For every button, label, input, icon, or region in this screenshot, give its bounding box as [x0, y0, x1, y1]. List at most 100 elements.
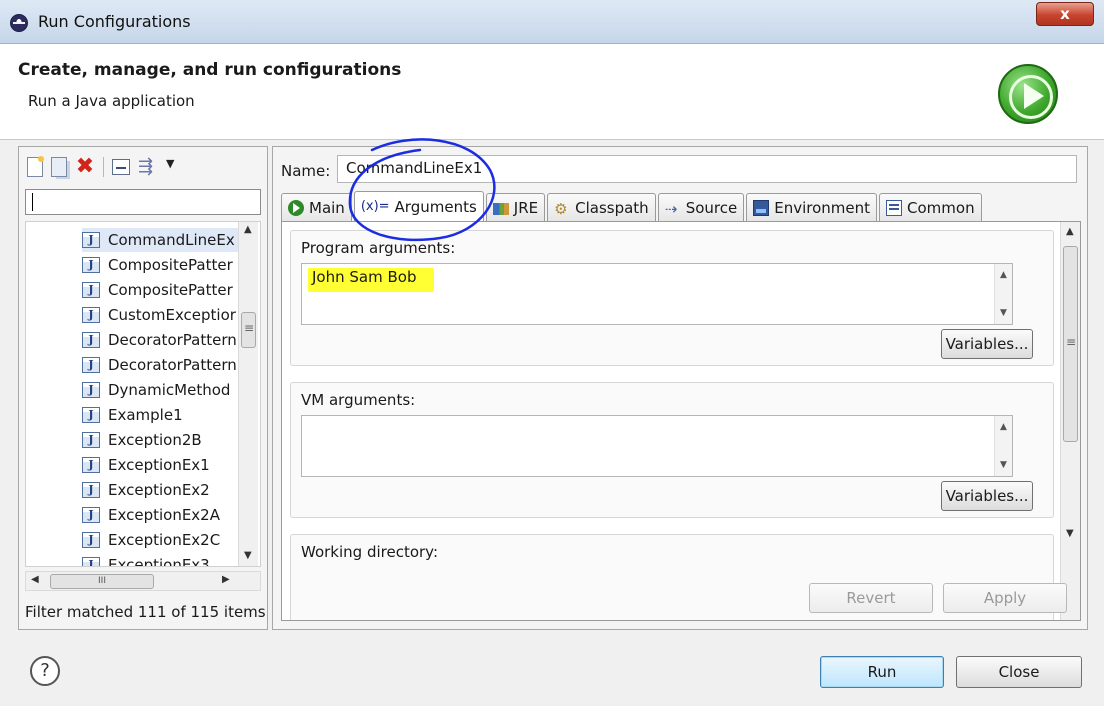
- source-icon: ⇢: [664, 199, 678, 218]
- run-banner-icon: [998, 64, 1058, 124]
- java-app-icon: J: [82, 307, 100, 323]
- tree-item[interactable]: J ExceptionEx3: [82, 553, 240, 566]
- working-directory-label: Working directory:: [301, 543, 439, 561]
- window-close-button[interactable]: x: [1036, 2, 1094, 26]
- apply-button[interactable]: Apply: [943, 583, 1067, 613]
- tree-item[interactable]: J DecoratorPattern: [82, 328, 240, 352]
- java-app-icon: J: [82, 232, 100, 248]
- toolbar-divider: [103, 157, 104, 177]
- dialog-subtitle: Run a Java application: [28, 92, 195, 110]
- java-app-icon: J: [82, 507, 100, 523]
- tab-jre[interactable]: JRE: [485, 193, 546, 221]
- scroll-up-icon[interactable]: ▲: [1000, 422, 1007, 432]
- scroll-down-icon[interactable]: ▼: [244, 550, 252, 561]
- close-button[interactable]: Close: [956, 656, 1082, 688]
- java-app-icon: J: [82, 482, 100, 498]
- tree-item[interactable]: J ExceptionEx1: [82, 453, 240, 477]
- scroll-down-icon[interactable]: ▼: [1066, 528, 1074, 539]
- program-arguments-label: Program arguments:: [301, 239, 456, 257]
- tree-item-label: ExceptionEx2: [108, 481, 210, 499]
- duplicate-icon[interactable]: [51, 157, 67, 177]
- tree-item[interactable]: J CommandLineEx: [82, 228, 240, 252]
- dialog-header: Create, manage, and run configurations R…: [0, 44, 1104, 140]
- tab-environment[interactable]: Environment: [746, 193, 878, 221]
- scroll-thumb[interactable]: [241, 312, 256, 348]
- tab-main[interactable]: Main: [281, 193, 352, 221]
- help-icon[interactable]: ?: [30, 656, 60, 686]
- scroll-thumb[interactable]: [1063, 246, 1078, 442]
- revert-button[interactable]: Revert: [809, 583, 933, 613]
- window-title: Run Configurations: [38, 12, 191, 31]
- tree-item-label: DynamicMethod: [108, 381, 231, 399]
- tree-item-label: CommandLineEx: [108, 231, 235, 249]
- field-scrollbar[interactable]: ▲ ▼: [994, 416, 1012, 476]
- tree-item[interactable]: J ExceptionEx2: [82, 478, 240, 502]
- tab-label: Common: [907, 198, 975, 217]
- program-arguments-field[interactable]: John Sam Bob ▲ ▼: [301, 263, 1013, 325]
- jre-icon: [492, 202, 509, 215]
- scroll-down-icon[interactable]: ▼: [1000, 460, 1007, 470]
- tree-item[interactable]: J ExceptionEx2A: [82, 503, 240, 527]
- tab-label: Arguments: [394, 197, 477, 216]
- dialog-title: Create, manage, and run configurations: [18, 60, 402, 80]
- main-icon: [288, 199, 304, 216]
- configuration-editor-panel: Name: CommandLineEx1 Main (x)= Arguments…: [272, 146, 1088, 630]
- new-config-icon[interactable]: [27, 156, 44, 177]
- tree-item[interactable]: J CompositePatter: [82, 278, 240, 302]
- tab-common[interactable]: Common: [879, 193, 982, 221]
- run-button[interactable]: Run: [820, 656, 944, 688]
- tree-item[interactable]: J Exception2B: [82, 428, 240, 452]
- vm-variables-button[interactable]: Variables...: [941, 481, 1033, 511]
- java-app-icon: J: [82, 332, 100, 348]
- collapse-all-icon[interactable]: [112, 159, 130, 175]
- working-directory-group: Working directory:: [290, 534, 1054, 620]
- tree-item[interactable]: J Example1: [82, 403, 240, 427]
- configuration-list-panel: ✖ ⇶ ▼ J CommandLineEx J CompositePatter J Com…: [18, 146, 268, 630]
- tree-item[interactable]: J DynamicMethod: [82, 378, 240, 402]
- tree-item-label: CompositePatter: [108, 281, 233, 299]
- content-vertical-scrollbar[interactable]: ▲ ▼: [1060, 222, 1080, 620]
- program-variables-button[interactable]: Variables...: [941, 329, 1033, 359]
- tree-item[interactable]: J CompositePatter: [82, 253, 240, 277]
- scroll-right-icon[interactable]: ▶: [222, 574, 230, 585]
- tree-item-label: ExceptionEx2A: [108, 506, 220, 524]
- tree-item[interactable]: J CustomExceptior: [82, 303, 240, 327]
- tree-vertical-scrollbar[interactable]: ▲ ▼: [238, 222, 258, 566]
- tab-source[interactable]: ⇢ Source: [657, 193, 745, 221]
- tree-item-label: DecoratorPattern: [108, 356, 237, 374]
- tree-item-label: CompositePatter: [108, 256, 233, 274]
- classpath-icon: ⚙: [554, 199, 568, 218]
- environment-icon: [753, 199, 770, 216]
- scroll-up-icon[interactable]: ▲: [1066, 226, 1074, 237]
- filter-icon[interactable]: ⇶: [138, 157, 158, 177]
- tab-label: Main: [309, 198, 345, 217]
- scroll-up-icon[interactable]: ▲: [244, 224, 252, 235]
- tree-item[interactable]: J ExceptionEx2C: [82, 528, 240, 552]
- filter-status: Filter matched 111 of 115 items: [25, 603, 266, 621]
- dropdown-icon[interactable]: ▼: [166, 157, 186, 177]
- tab-arguments[interactable]: (x)= Arguments: [353, 191, 484, 221]
- name-label: Name:: [281, 162, 331, 180]
- eclipse-icon: [10, 14, 28, 32]
- delete-icon[interactable]: ✖: [75, 156, 95, 178]
- scroll-down-icon[interactable]: ▼: [1000, 308, 1007, 318]
- config-toolbar: ✖ ⇶ ▼: [27, 153, 186, 181]
- field-scrollbar[interactable]: ▲ ▼: [994, 264, 1012, 324]
- config-tabs: Main (x)= Arguments JRE ⚙ Classpath ⇢ So…: [281, 191, 984, 221]
- scroll-left-icon[interactable]: ◀: [31, 574, 39, 585]
- text-caret: [32, 192, 33, 211]
- java-app-icon: J: [82, 457, 100, 473]
- vm-arguments-field[interactable]: ▲ ▼: [301, 415, 1013, 477]
- scroll-up-icon[interactable]: ▲: [1000, 270, 1007, 280]
- filter-input[interactable]: [25, 189, 261, 215]
- java-app-icon: J: [82, 407, 100, 423]
- config-tree[interactable]: J CommandLineEx J CompositePatter J Composite…: [25, 221, 261, 567]
- vm-arguments-group: VM arguments: ▲ ▼ Variables...: [290, 382, 1054, 518]
- config-name-input[interactable]: CommandLineEx1: [337, 155, 1077, 183]
- tree-horizontal-scrollbar[interactable]: ◀ III ▶: [25, 571, 261, 591]
- scroll-thumb[interactable]: III: [50, 574, 154, 589]
- tab-classpath[interactable]: ⚙ Classpath: [547, 193, 656, 221]
- arguments-tab-content: Program arguments: John Sam Bob ▲ ▼ Vari…: [281, 221, 1081, 621]
- arguments-icon: (x)=: [360, 198, 390, 214]
- tree-item[interactable]: J DecoratorPattern: [82, 353, 240, 377]
